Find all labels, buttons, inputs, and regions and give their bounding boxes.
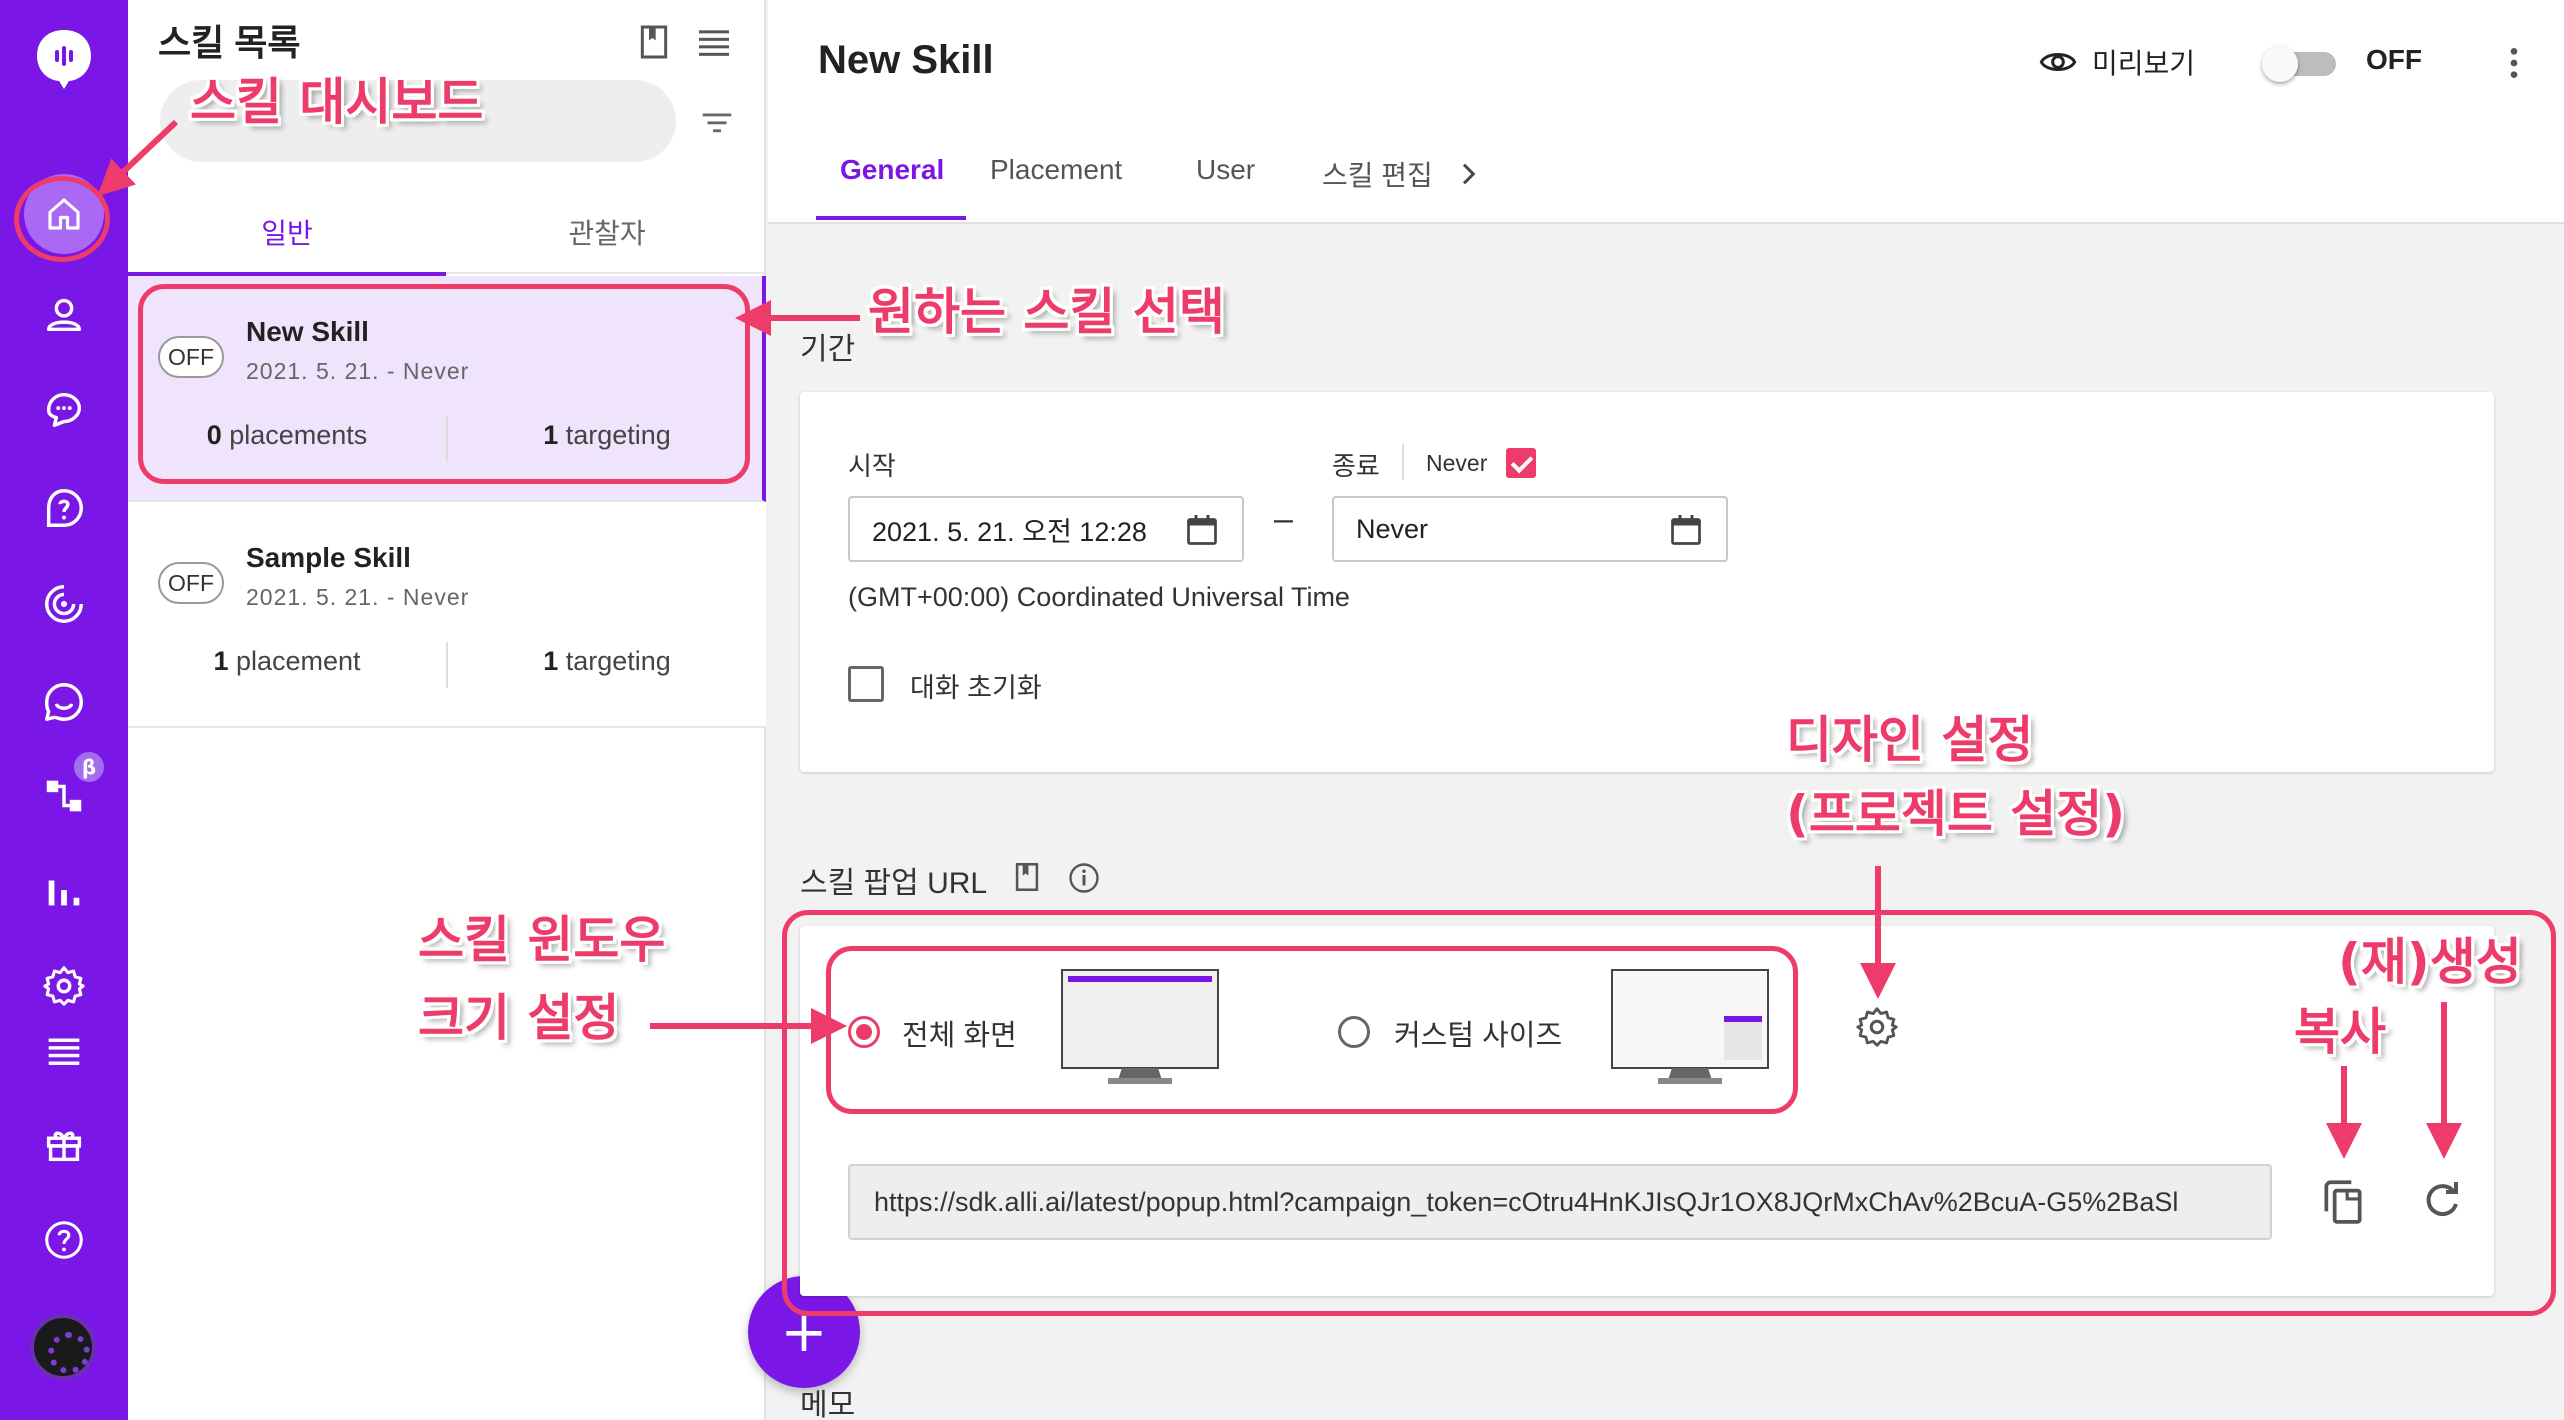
tab-observer[interactable]: 관찰자 <box>448 190 766 274</box>
annotation-dashboard-label: 스킬 대시보드 <box>190 73 484 131</box>
timezone-text: (GMT+00:00) Coordinated Universal Time <box>848 582 1350 612</box>
filter-icon[interactable] <box>698 104 736 142</box>
rail-users[interactable] <box>34 284 94 344</box>
annotation-window-size-label-2: 크기 설정 <box>418 989 620 1047</box>
status-badge[interactable]: OFF <box>158 562 224 604</box>
alli-logo-icon[interactable] <box>33 26 95 92</box>
annotation-design-label-1: 디자인 설정 <box>1786 711 2034 769</box>
skill-list-title: 스킬 목록 <box>158 22 301 63</box>
help-icon <box>45 1221 83 1259</box>
target-icon <box>45 585 83 623</box>
rail-campaign[interactable] <box>34 574 94 634</box>
annotation-window-size-label-1: 스킬 윈도우 <box>418 911 666 969</box>
preview-button[interactable]: 미리보기 <box>2038 40 2195 84</box>
tab-placement[interactable]: Placement <box>990 154 1122 186</box>
start-date-input[interactable]: 2021. 5. 21. 오전 12:28 <box>848 496 1244 562</box>
list-icon <box>48 1038 80 1065</box>
skill-name: Sample Skill <box>246 542 411 573</box>
info-icon[interactable] <box>1066 860 1102 896</box>
gift-icon <box>46 1131 82 1162</box>
never-label: Never <box>1426 450 1488 476</box>
annotation-window-size-box <box>826 946 1798 1114</box>
targeting-label: targeting <box>565 646 671 676</box>
rail-list[interactable] <box>34 1020 94 1080</box>
range-separator: – <box>1274 500 1293 538</box>
rail-faq[interactable] <box>34 478 94 538</box>
active-tab-indicator <box>816 216 966 220</box>
rail-analytics[interactable] <box>34 862 94 922</box>
reset-conversation-checkbox[interactable] <box>848 666 884 702</box>
beta-badge: β <box>74 752 104 782</box>
book-icon[interactable] <box>1010 860 1044 894</box>
placements-count: 1 <box>213 646 229 676</box>
preview-label: 미리보기 <box>2092 48 2196 79</box>
eye-icon <box>2039 53 2077 71</box>
chat-bubbles-icon <box>46 392 82 428</box>
start-date-value: 2021. 5. 21. 오전 12:28 <box>872 516 1147 547</box>
tab-user[interactable]: User <box>1196 154 1255 186</box>
targeting-count: 1 <box>543 646 559 676</box>
rail-conversations[interactable] <box>34 380 94 440</box>
chevron-right-icon[interactable] <box>1452 156 1484 192</box>
list-view-icon[interactable] <box>694 22 734 62</box>
end-date-input[interactable]: Never <box>1332 496 1728 562</box>
chat-smile-icon <box>45 683 83 721</box>
bar-chart-icon <box>48 880 80 906</box>
tab-general[interactable]: 일반 <box>128 190 446 276</box>
annotation-dashboard-circle <box>14 176 110 262</box>
calendar-icon[interactable] <box>1668 512 1704 548</box>
skill-card-sample-skill[interactable]: OFF Sample Skill 2021. 5. 21. - Never 1 … <box>128 502 766 728</box>
annotation-skill-card-box <box>138 284 750 484</box>
calendar-icon[interactable] <box>1184 512 1220 548</box>
tab-general[interactable]: General <box>840 154 944 186</box>
memo-section-label: 메모 <box>800 1389 856 1420</box>
page-title: New Skill <box>818 38 994 82</box>
rail-chat[interactable] <box>34 672 94 732</box>
skill-header: New Skill 미리보기 OFF General Placement Use… <box>768 0 2564 224</box>
annotation-copy-label: 복사 <box>2294 1003 2386 1061</box>
period-section-label: 기간 <box>800 333 856 366</box>
rail-settings[interactable] <box>34 956 94 1016</box>
annotation-design-label-2: (프로젝트 설정) <box>1786 785 2126 843</box>
targeting-stat: 1 targeting <box>448 646 766 677</box>
skill-status-toggle[interactable] <box>2262 46 2336 82</box>
start-label: 시작 <box>848 451 896 481</box>
period-card: 시작 종료 Never 2021. 5. 21. 오전 12:28 – Neve… <box>800 392 2494 772</box>
user-avatar[interactable] <box>30 1314 96 1380</box>
label-divider <box>1402 444 1404 480</box>
skill-date-range: 2021. 5. 21. - Never <box>246 584 470 610</box>
end-date-value: Never <box>1356 513 1429 544</box>
tab-skill-edit[interactable]: 스킬 편집 <box>1322 154 1433 194</box>
annotation-select-skill-label: 원하는 스킬 선택 <box>868 283 1225 341</box>
placements-label: placement <box>235 646 361 676</box>
skill-list-panel: 스킬 목록 일반 관찰자 OFF New Skill 2021. 5. 21. … <box>128 0 860 1420</box>
annotation-regenerate-label: (재)생성 <box>2338 933 2522 991</box>
skill-list-tabs: 일반 관찰자 <box>128 190 766 276</box>
rail-help[interactable] <box>34 1210 94 1270</box>
popup-url-section-label: 스킬 팝업 URL <box>800 867 988 900</box>
rail-gift[interactable] <box>34 1114 94 1174</box>
placements-stat: 1 placement <box>128 646 446 677</box>
end-label: 종료 <box>1332 451 1380 481</box>
question-bubble-icon <box>46 489 83 527</box>
book-icon[interactable] <box>634 22 674 62</box>
more-vertical-icon[interactable] <box>2494 40 2534 86</box>
gear-icon <box>43 966 85 1006</box>
toggle-state-label: OFF <box>2366 44 2422 75</box>
user-icon <box>46 298 82 332</box>
toggle-knob <box>2262 46 2298 82</box>
reset-conversation-label: 대화 초기화 <box>910 673 1042 703</box>
never-checkbox[interactable] <box>1506 448 1536 478</box>
flow-icon <box>46 780 82 812</box>
